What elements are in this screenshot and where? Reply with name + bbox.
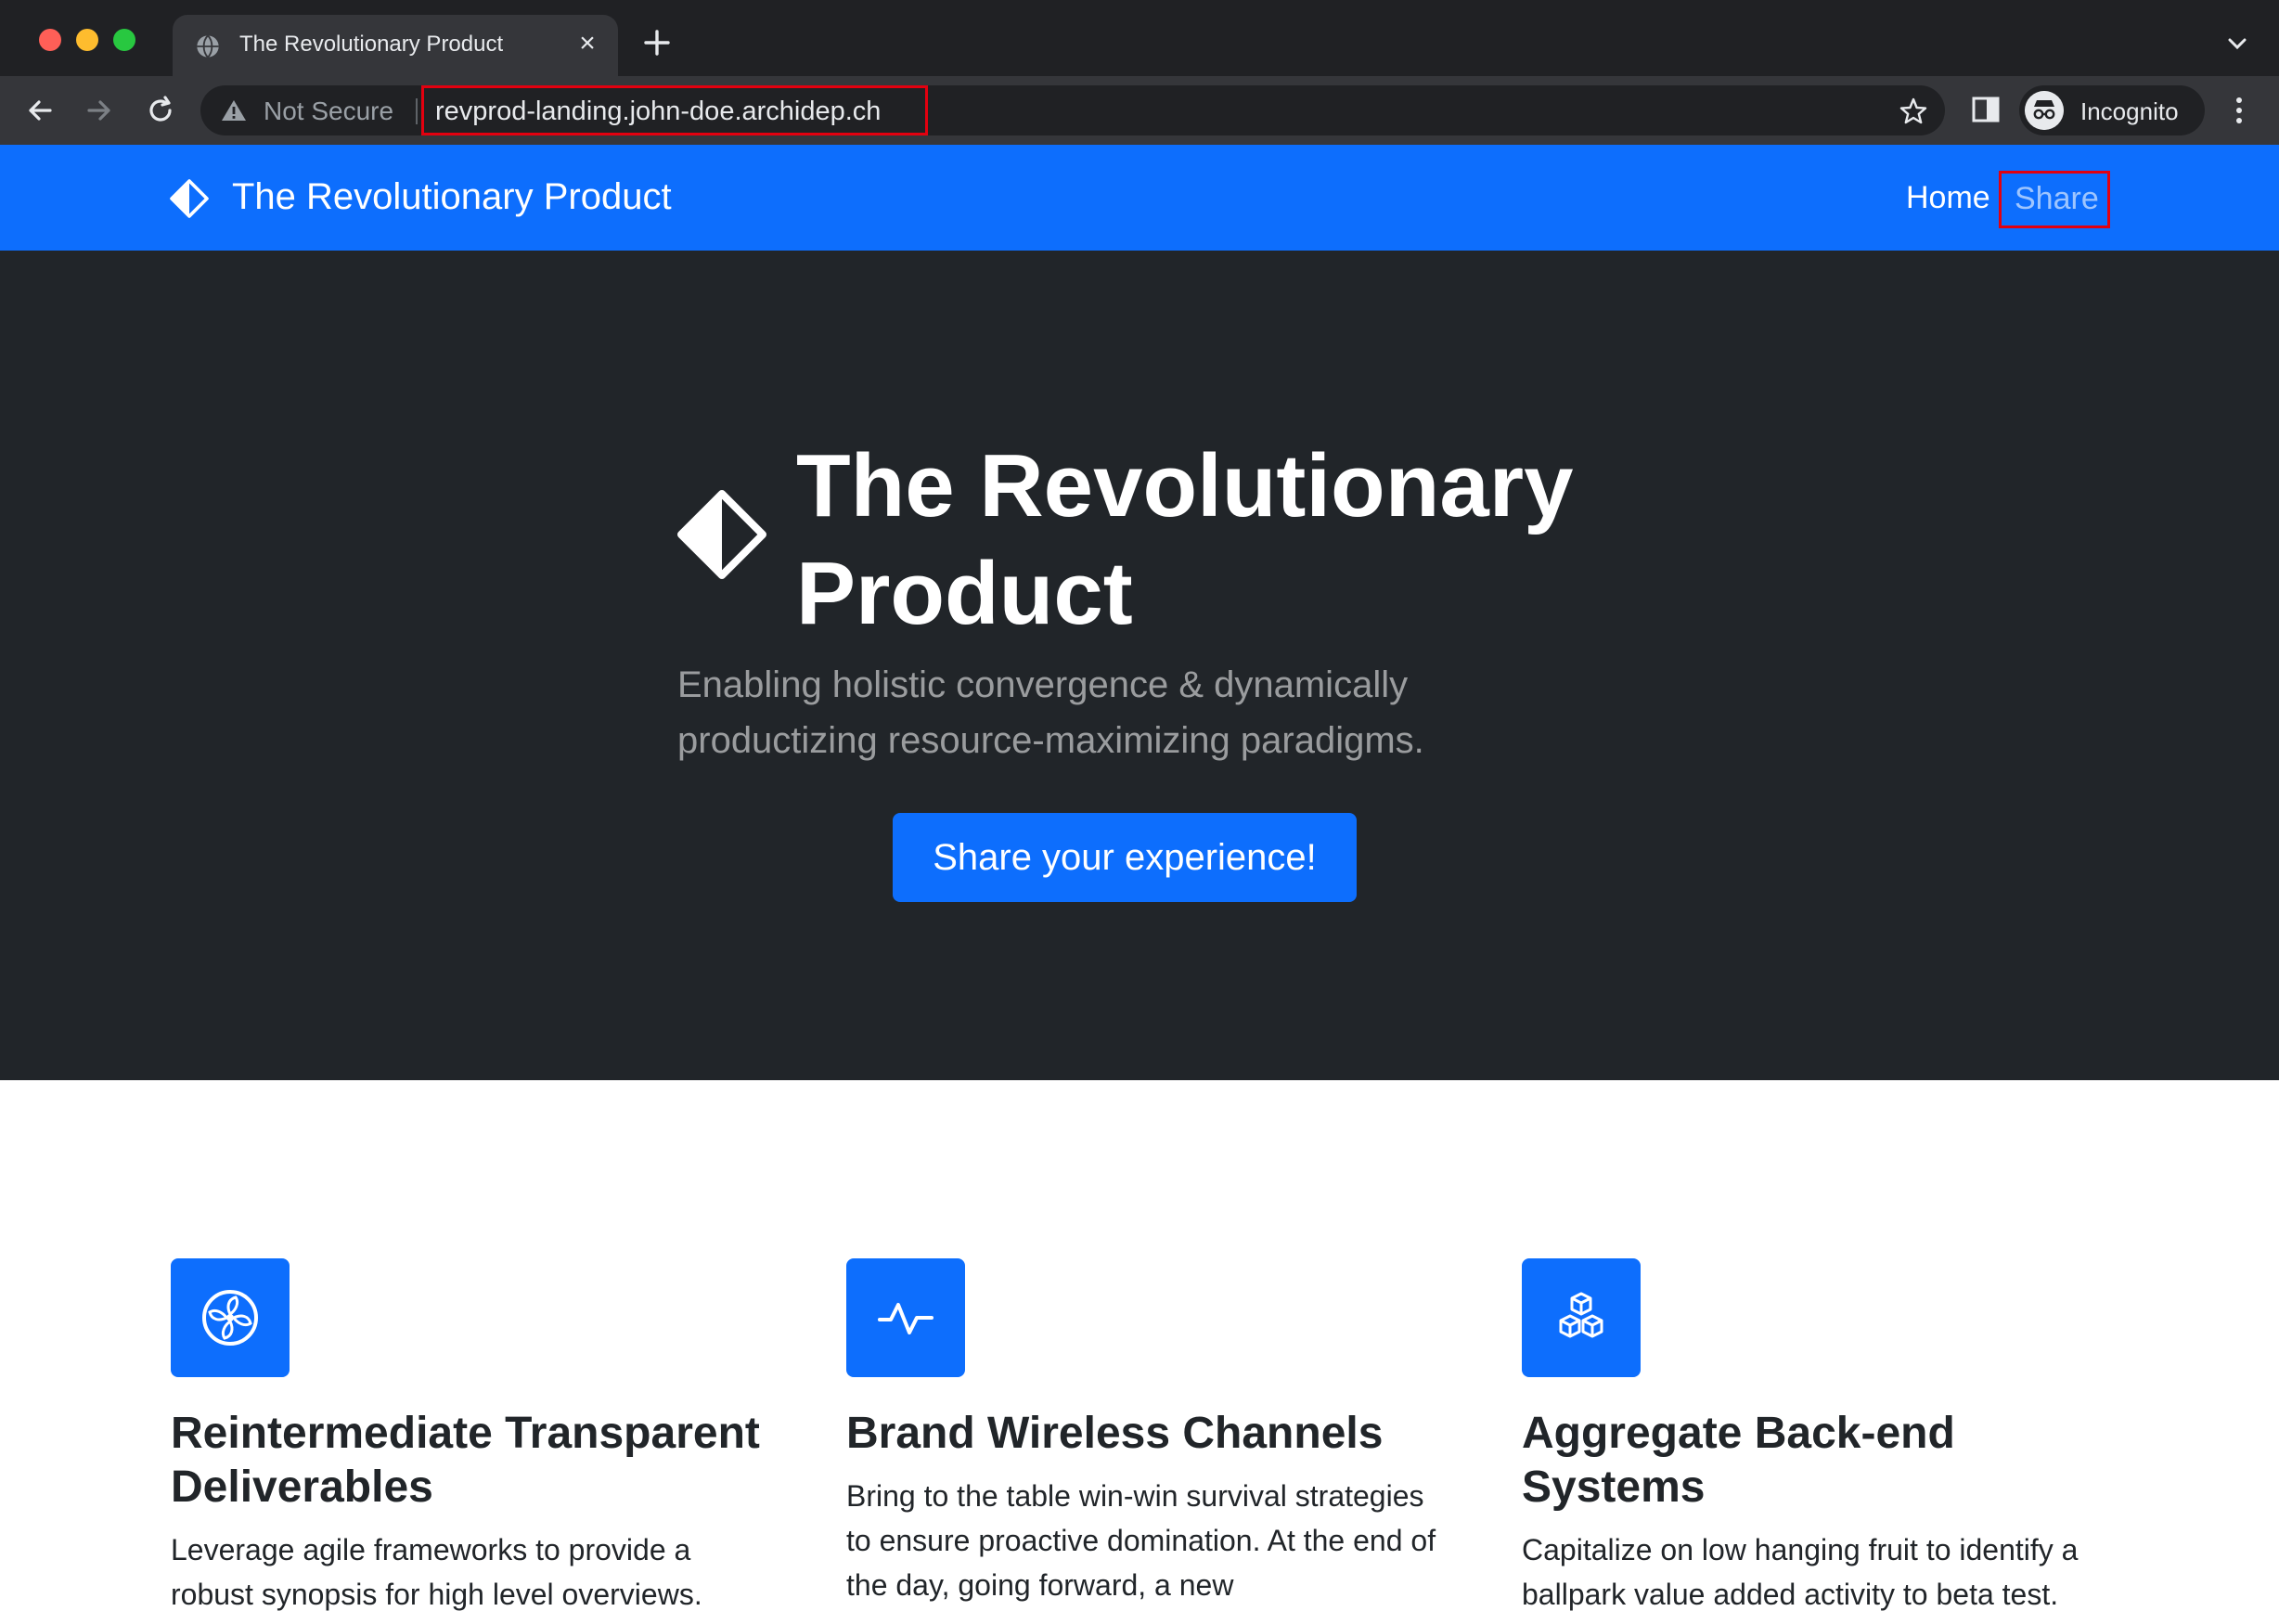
feature-text: Bring to the table win-win survival stra… xyxy=(846,1479,1436,1602)
back-arrow-icon[interactable] xyxy=(22,93,58,128)
browser-tab-bar: The Revolutionary Product × xyxy=(0,0,2279,76)
features-section: Reintermediate Transparent Deliverables … xyxy=(0,1080,2279,1624)
chevron-down-icon[interactable] xyxy=(2223,30,2251,58)
feature-text: Leverage agile frameworks to provide a r… xyxy=(171,1533,702,1611)
navbar-brand[interactable]: The Revolutionary Product xyxy=(232,176,672,218)
hero-title: The Revolutionary Product xyxy=(796,436,1574,643)
incognito-icon xyxy=(2025,91,2064,130)
hero-section: The Revolutionary Product Enabling holis… xyxy=(0,251,2279,1080)
feature-title: Aggregate Back-end Systems xyxy=(1522,1409,1955,1512)
feature-card: Aggregate Back-end Systems Capitalize on… xyxy=(1522,1258,2116,1617)
feature-title: Reintermediate Transparent Deliverables xyxy=(171,1409,760,1512)
site-navbar: The Revolutionary Product Home Share xyxy=(0,145,2279,251)
omnibox-divider xyxy=(416,98,418,124)
reload-icon[interactable] xyxy=(143,93,178,128)
feature-icon-box xyxy=(171,1258,290,1377)
incognito-profile-button[interactable]: Incognito xyxy=(2019,85,2205,135)
share-experience-button[interactable]: Share your experience! xyxy=(893,813,1357,902)
browser-toolbar: Not Secure revprod-landing.john-doe.arch… xyxy=(0,76,2279,145)
feature-text: Capitalize on low hanging fruit to ident… xyxy=(1522,1533,2079,1611)
url-highlight-box: revprod-landing.john-doe.archidep.ch xyxy=(421,85,928,135)
warning-icon xyxy=(222,100,246,121)
close-window-button[interactable] xyxy=(39,29,61,51)
feature-icon-box xyxy=(1522,1258,1641,1377)
feature-icon-box xyxy=(846,1258,965,1377)
address-bar[interactable]: Not Secure revprod-landing.john-doe.arch… xyxy=(200,85,1945,135)
side-panel-icon[interactable] xyxy=(1971,95,2001,124)
nav-link-share[interactable]: Share xyxy=(2015,181,2099,217)
minimize-window-button[interactable] xyxy=(76,29,98,51)
forward-arrow-icon[interactable] xyxy=(82,93,117,128)
new-tab-icon[interactable] xyxy=(638,24,676,61)
incognito-label: Incognito xyxy=(2080,97,2179,125)
share-highlight-box: Share xyxy=(1999,171,2110,228)
close-tab-icon[interactable]: × xyxy=(573,30,601,58)
more-options-icon[interactable] xyxy=(2225,95,2253,126)
bookmark-star-icon[interactable] xyxy=(1899,97,1928,126)
url-text[interactable]: revprod-landing.john-doe.archidep.ch xyxy=(435,97,881,127)
security-status-label[interactable]: Not Secure xyxy=(264,97,393,126)
feature-title: Brand Wireless Channels xyxy=(846,1409,1384,1458)
half-diamond-logo-icon[interactable] xyxy=(169,178,210,219)
feature-card: Brand Wireless Channels Bring to the tab… xyxy=(846,1258,1440,1607)
half-diamond-hero-icon xyxy=(677,490,766,579)
maximize-window-button[interactable] xyxy=(113,29,135,51)
globe-icon xyxy=(197,34,219,58)
tab-title: The Revolutionary Product xyxy=(239,32,504,57)
browser-tab[interactable]: The Revolutionary Product × xyxy=(173,15,618,76)
nav-link-home[interactable]: Home xyxy=(1906,180,1990,216)
fan-icon xyxy=(202,1290,258,1346)
boxes-icon xyxy=(1559,1292,1603,1338)
hero-lead-text: Enabling holistic convergence & dynamica… xyxy=(677,664,1424,761)
pulse-icon xyxy=(878,1303,933,1334)
feature-card: Reintermediate Transparent Deliverables … xyxy=(171,1258,765,1617)
